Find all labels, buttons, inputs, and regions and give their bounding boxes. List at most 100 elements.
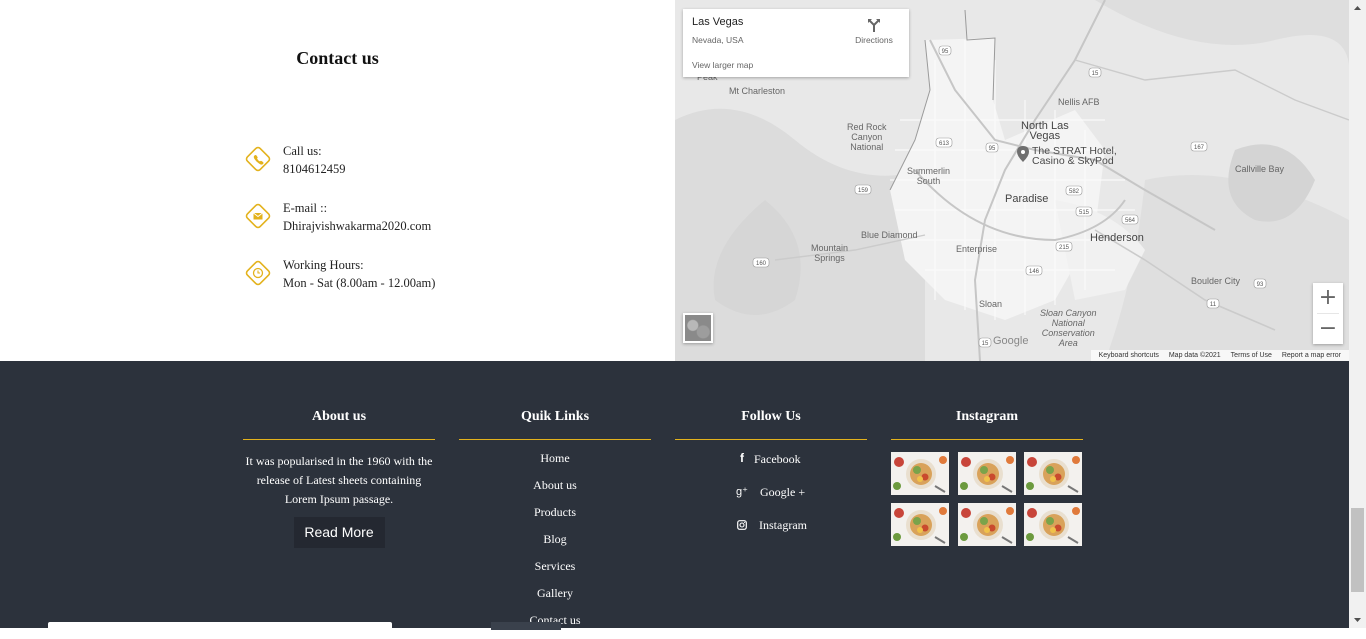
directions-button[interactable]: Directions xyxy=(851,17,897,45)
social-link-facebook[interactable]: f Facebook xyxy=(675,450,867,483)
quick-link-about[interactable]: About us xyxy=(459,477,651,504)
svg-text:159: 159 xyxy=(858,188,869,194)
map-attribution: Keyboard shortcuts Map data ©2021 Terms … xyxy=(1090,350,1349,361)
svg-text:15: 15 xyxy=(1092,71,1099,77)
quick-links-list: Home About us Products Blog Services Gal… xyxy=(459,450,651,639)
svg-text:582: 582 xyxy=(1069,189,1080,195)
instagram-thumbnail[interactable] xyxy=(957,503,1016,546)
newsletter-email-input[interactable] xyxy=(48,622,392,630)
svg-text:215: 215 xyxy=(1059,245,1070,251)
footer-follow: Follow Us f Facebook g⁺ Google + Instagr… xyxy=(675,408,867,549)
route-shield-15-ne: 15 xyxy=(1088,67,1102,78)
phone-icon xyxy=(245,146,271,172)
google-plus-icon: g⁺ xyxy=(736,486,748,498)
svg-text:95: 95 xyxy=(989,146,996,152)
instagram-thumbnail[interactable] xyxy=(1024,452,1082,495)
quick-link-gallery[interactable]: Gallery xyxy=(459,585,651,612)
route-shield-146: 146 xyxy=(1025,265,1043,276)
keyboard-shortcuts-link[interactable]: Keyboard shortcuts xyxy=(1099,352,1159,359)
read-more-button[interactable]: Read More xyxy=(293,517,385,548)
instagram-thumbnail[interactable] xyxy=(891,503,949,546)
social-label-google-plus: Google + xyxy=(760,485,806,499)
svg-text:146: 146 xyxy=(1029,269,1040,275)
route-shield-160: 160 xyxy=(752,257,770,268)
map-label-red-rock: Red Rock Canyon National xyxy=(847,122,887,152)
instagram-thumbnail[interactable] xyxy=(891,452,949,495)
contact-title: Contact us xyxy=(296,48,379,68)
map-label-strat: The STRAT Hotel, Casino & SkyPod xyxy=(1032,145,1117,167)
social-label-facebook: Facebook xyxy=(754,452,801,466)
footer-about-title: About us xyxy=(243,408,435,440)
svg-text:167: 167 xyxy=(1194,145,1205,151)
contact-section: Contact us Call us: 8104612459 E-mail ::… xyxy=(0,0,675,361)
footer-quick-links: Quik Links Home About us Products Blog S… xyxy=(459,408,651,639)
clock-icon xyxy=(245,260,271,286)
footer-about-text: It was popularised in the 1960 with the … xyxy=(245,454,433,506)
route-shield-159: 159 xyxy=(854,184,872,195)
social-links: f Facebook g⁺ Google + Instagram xyxy=(675,450,867,549)
directions-icon xyxy=(868,19,880,32)
map-info-card: Las Vegas Nevada, USA View larger map Di… xyxy=(683,9,909,77)
social-link-instagram[interactable]: Instagram xyxy=(675,516,867,549)
social-link-google-plus[interactable]: g⁺ Google + xyxy=(675,483,867,516)
contact-hours-label: Working Hours: xyxy=(283,258,364,272)
route-shield-564: 564 xyxy=(1121,214,1139,225)
map-place-subtitle: Nevada, USA xyxy=(692,35,744,45)
map-label-paradise: Paradise xyxy=(1005,193,1049,205)
zoom-out-button[interactable]: − xyxy=(1313,314,1343,344)
route-shield-582: 582 xyxy=(1065,185,1083,196)
social-label-instagram: Instagram xyxy=(759,518,807,532)
map-label-sloan: Sloan xyxy=(979,299,1003,309)
site-footer: About us It was popularised in the 1960 … xyxy=(0,361,1349,628)
route-shield-11: 11 xyxy=(1206,298,1220,309)
map-label-mt-charleston: Mt Charleston xyxy=(729,86,786,96)
newsletter-submit-button[interactable] xyxy=(491,622,561,630)
svg-text:613: 613 xyxy=(939,141,950,147)
terms-of-use-link[interactable]: Terms of Use xyxy=(1231,352,1272,359)
map-label-boulder-city: Boulder City xyxy=(1191,276,1241,286)
report-map-error-link[interactable]: Report a map error xyxy=(1282,352,1341,359)
contact-call-value: 8104612459 xyxy=(283,162,346,176)
map-label-sloan-canyon: Sloan Canyon National Conservation Area xyxy=(1040,308,1097,348)
route-shield-613: 613 xyxy=(935,137,953,148)
scrollbar-thumb[interactable] xyxy=(1351,508,1364,592)
map-label-north-las-vegas: North Las Vegas xyxy=(1021,120,1069,142)
quick-link-home[interactable]: Home xyxy=(459,450,651,477)
scroll-up-arrow-icon[interactable] xyxy=(1349,0,1366,17)
google-logo: Google xyxy=(993,335,1029,347)
page-scrollbar[interactable] xyxy=(1349,0,1366,628)
mail-icon xyxy=(245,203,271,229)
map-data-text: Map data ©2021 xyxy=(1168,352,1221,359)
quick-link-services[interactable]: Services xyxy=(459,558,651,585)
footer-instagram: Instagram xyxy=(891,408,1083,552)
svg-text:15: 15 xyxy=(982,341,989,347)
zoom-in-button[interactable]: + xyxy=(1313,283,1343,313)
map-label-enterprise: Enterprise xyxy=(956,244,998,254)
route-shield-95-mid: 95 xyxy=(985,142,999,153)
route-shield-215: 215 xyxy=(1055,241,1073,252)
map-label-henderson: Henderson xyxy=(1090,232,1144,244)
contact-email-label: E-mail :: xyxy=(283,201,328,215)
view-larger-map-link[interactable]: View larger map xyxy=(692,60,753,70)
svg-text:95: 95 xyxy=(942,49,949,55)
svg-text:93: 93 xyxy=(1257,282,1264,288)
footer-about: About us It was popularised in the 1960 … xyxy=(243,408,435,548)
map-label-blue-diamond: Blue Diamond xyxy=(861,230,918,240)
contact-call-label: Call us: xyxy=(283,144,322,158)
footer-follow-title: Follow Us xyxy=(675,408,867,440)
instagram-grid xyxy=(891,452,1083,552)
scroll-down-arrow-icon[interactable] xyxy=(1349,611,1366,628)
quick-link-blog[interactable]: Blog xyxy=(459,531,651,558)
route-shield-93: 93 xyxy=(1253,278,1267,289)
instagram-thumbnail[interactable] xyxy=(957,452,1016,495)
map-label-summerlin: Summerlin South xyxy=(907,166,951,186)
quick-link-products[interactable]: Products xyxy=(459,504,651,531)
directions-label: Directions xyxy=(855,35,893,45)
route-shield-95-north: 95 xyxy=(938,45,952,56)
satellite-toggle-button[interactable] xyxy=(683,313,713,343)
svg-text:11: 11 xyxy=(1210,302,1217,308)
svg-text:564: 564 xyxy=(1125,218,1136,224)
google-map[interactable]: 95 15 167 613 95 159 582 515 564 215 160… xyxy=(675,0,1349,361)
map-place-title: Las Vegas xyxy=(692,16,744,28)
instagram-thumbnail[interactable] xyxy=(1024,503,1082,546)
